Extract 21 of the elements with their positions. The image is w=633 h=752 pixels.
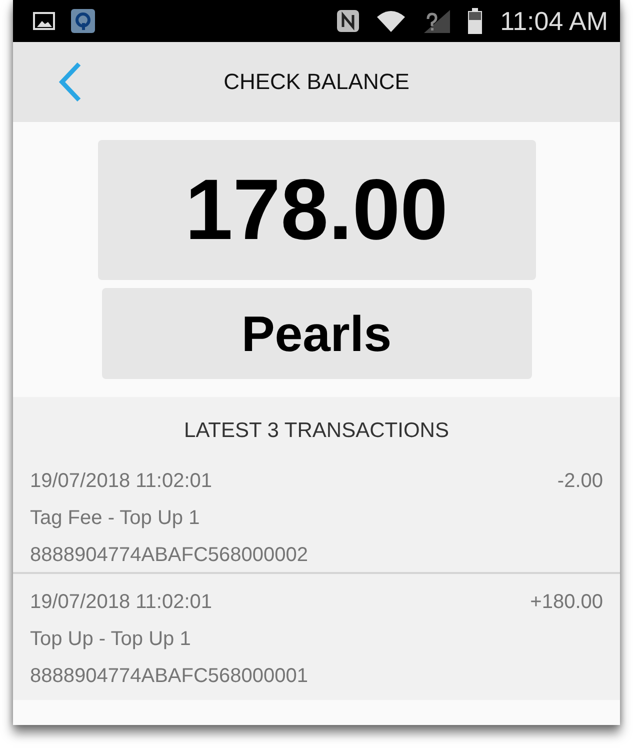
transaction-amount: -2.00 [557,470,603,493]
transaction-datetime: 19/07/2018 11:02:01 [30,470,212,493]
status-time: 11:04 AM [500,6,608,36]
page-title: CHECK BALANCE [224,69,410,95]
back-chevron-icon [57,62,83,102]
transaction-reference: 8888904774ABAFC568000002 [30,544,308,567]
wifi-icon [376,9,406,33]
image-icon [33,11,55,31]
transaction-description: Top Up - Top Up 1 [30,628,191,651]
transaction-datetime: 19/07/2018 11:02:01 [30,591,212,614]
back-button[interactable] [57,62,83,102]
transaction-amount: +180.00 [530,591,603,614]
no-sim-signal-icon [422,8,452,34]
battery-icon [468,8,482,34]
transactions-title: LATEST 3 TRANSACTIONS [183,418,450,444]
nfc-icon [336,9,360,33]
balance-amount: 178.00 [98,140,536,280]
q-app-icon [71,9,95,33]
transaction-description: Tag Fee - Top Up 1 [30,507,200,530]
balance-unit: Pearls [102,288,532,379]
transaction-reference: 8888904774ABAFC568000001 [30,665,308,688]
